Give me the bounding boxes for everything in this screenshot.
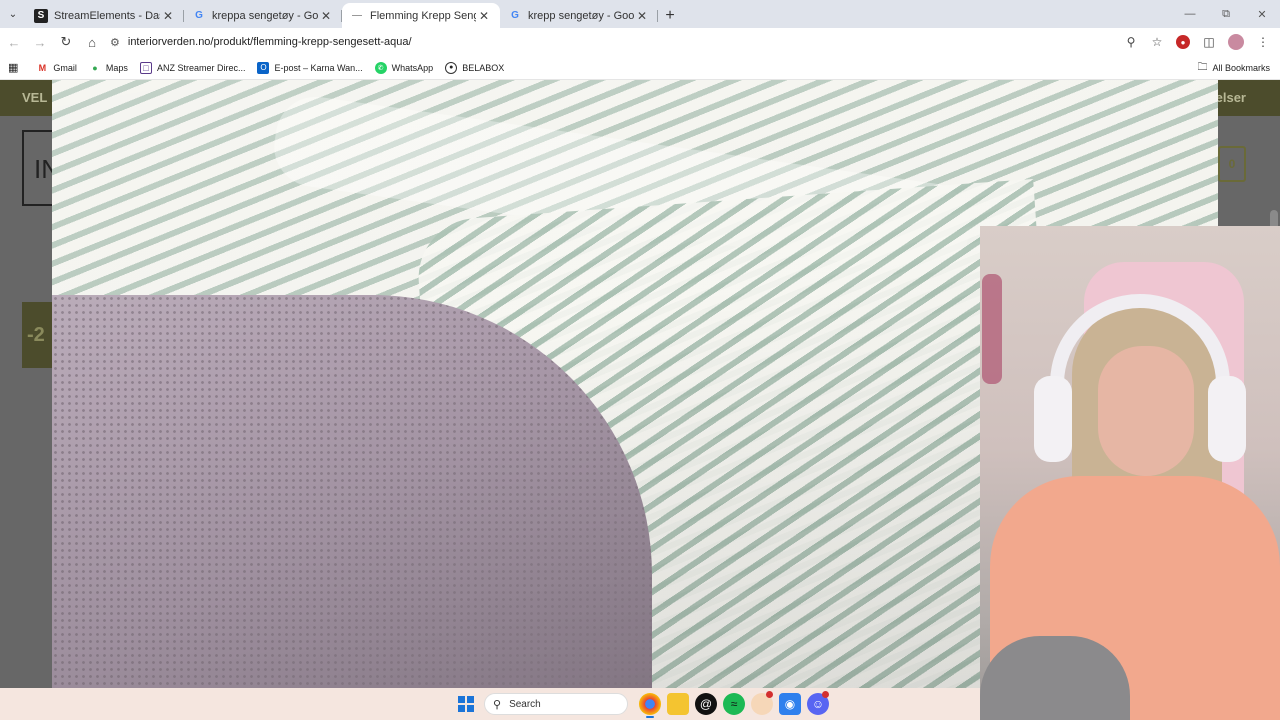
bookmark-gmail[interactable]: M Gmail — [36, 62, 77, 74]
banner-text-right: elser — [1215, 90, 1246, 105]
streamer-app-icon[interactable]: ◉ — [779, 693, 801, 715]
bookmark-label: WhatsApp — [391, 62, 434, 73]
maximize-icon[interactable]: ⧉ — [1208, 0, 1244, 28]
close-icon[interactable]: ✕ — [318, 9, 334, 23]
google-icon: G — [511, 10, 519, 21]
browser-toolbar: ← → ↻ ⌂ ⚙ interiorverden.no/produkt/flem… — [0, 28, 1280, 56]
tab-flemming-krepp[interactable]: — Flemming Krepp Sengesett - A ✕ — [342, 3, 500, 28]
folder-icon: 🗀 — [1197, 61, 1208, 73]
belabox-icon: ● — [445, 61, 458, 74]
bookmark-label: ANZ Streamer Direc... — [156, 62, 246, 73]
cart-count: 0 — [1228, 157, 1236, 171]
bookmark-icon: □ — [139, 61, 152, 74]
headset-cup-right — [1208, 376, 1246, 462]
bookmark-label: E-post – Karna Wan... — [274, 62, 363, 73]
file-explorer-icon[interactable] — [667, 693, 689, 715]
maps-icon: ● — [92, 62, 98, 73]
close-icon[interactable]: ✕ — [160, 9, 176, 23]
url-text: interiorverden.no/produkt/flemming-krepp… — [127, 36, 412, 48]
tab-title: kreppa sengetøy - Google-søk — [212, 9, 318, 22]
bookmarks-bar: ▦ M Gmail ● Maps □ ANZ Streamer Direc...… — [0, 56, 1280, 80]
search-icon: ⚲ — [493, 698, 502, 711]
bookmark-label: BELABOX — [462, 62, 505, 73]
back-icon[interactable]: ← — [2, 30, 26, 54]
search-label: Search — [509, 698, 541, 710]
site-icon: — — [352, 10, 362, 21]
google-icon: G — [195, 10, 203, 21]
tab-title: krepp sengetøy - Google-søk — [528, 9, 634, 22]
app-notification-icon[interactable] — [751, 691, 773, 715]
extension-icon[interactable]: ● — [1176, 35, 1190, 49]
tab-google-search-2[interactable]: G krepp sengetøy - Google-søk ✕ — [500, 3, 658, 28]
webcam-overlay — [980, 226, 1280, 720]
taskbar: ⚲ Search @ ≈ ◉ ☺ — [0, 688, 980, 720]
whatsapp-icon: ✆ — [374, 61, 387, 74]
new-tab-button[interactable]: + — [658, 3, 682, 28]
streamelements-icon: S — [34, 8, 48, 23]
apps-icon[interactable]: ▦ — [8, 61, 18, 74]
tab-title: StreamElements - Dashboard — [54, 9, 160, 22]
headset-cup-left — [1034, 376, 1072, 462]
spotify-icon[interactable]: ≈ — [723, 693, 745, 715]
taskbar-search[interactable]: ⚲ Search — [484, 693, 628, 715]
bookmark-label: Maps — [105, 62, 128, 73]
sale-badge: -2 — [22, 302, 52, 368]
bookmark-outlook[interactable]: O E-post – Karna Wan... — [257, 61, 363, 74]
tab-title: Flemming Krepp Sengesett - A — [370, 9, 476, 22]
forward-icon[interactable]: → — [28, 30, 52, 54]
bookmark-belabox[interactable]: ● BELABOX — [445, 61, 505, 74]
banner-text-left: VEL — [22, 90, 48, 105]
outlook-icon: O — [257, 61, 270, 74]
chrome-icon[interactable] — [639, 693, 661, 718]
gmail-icon: M — [38, 62, 47, 73]
cart-button[interactable]: 0 — [1218, 146, 1246, 182]
bookmark-label: Gmail — [53, 62, 77, 73]
bookmark-maps[interactable]: ● Maps — [89, 62, 128, 74]
plant-decor — [982, 274, 1002, 384]
avatar[interactable] — [1228, 34, 1244, 50]
window-controls: — ⧉ ✕ — [1172, 0, 1280, 28]
reload-icon[interactable]: ↻ — [54, 30, 78, 54]
tab-google-search-1[interactable]: G kreppa sengetøy - Google-søk ✕ — [184, 3, 342, 28]
all-bookmarks-label: All Bookmarks — [1212, 63, 1270, 73]
home-icon[interactable]: ⌂ — [80, 30, 104, 54]
bookmark-star-icon[interactable]: ☆ — [1144, 30, 1170, 54]
taskbar-center: ⚲ Search @ ≈ ◉ ☺ — [452, 688, 832, 720]
close-window-icon[interactable]: ✕ — [1244, 0, 1280, 28]
tab-streamelements[interactable]: S StreamElements - Dashboard ✕ — [26, 3, 184, 28]
threads-icon[interactable]: @ — [695, 693, 717, 715]
minimize-icon[interactable]: — — [1172, 0, 1208, 28]
menu-icon[interactable]: ⋮ — [1250, 30, 1276, 54]
bookmark-whatsapp[interactable]: ✆ WhatsApp — [374, 61, 434, 74]
close-icon[interactable]: ✕ — [634, 9, 650, 23]
all-bookmarks-button[interactable]: 🗀 All Bookmarks — [1197, 56, 1270, 80]
sale-badge-text: -2 — [27, 323, 45, 346]
windows-start-icon[interactable] — [458, 696, 474, 712]
site-info-icon[interactable]: ⚙ — [110, 36, 120, 49]
bookmark-anz[interactable]: □ ANZ Streamer Direc... — [139, 61, 246, 74]
zoom-icon[interactable]: ⚲ — [1118, 30, 1144, 54]
discord-icon[interactable]: ☺ — [807, 691, 829, 715]
toolbar-actions: ⚲ ☆ ● ◫ ⋮ — [1118, 28, 1276, 56]
close-icon[interactable]: ✕ — [476, 9, 492, 23]
tab-strip: ⌄ S StreamElements - Dashboard ✕ G krepp… — [0, 0, 1280, 28]
address-bar[interactable]: ⚙ interiorverden.no/produkt/flemming-kre… — [104, 30, 1164, 54]
streamer-knee — [980, 636, 1130, 720]
tab-search-icon[interactable]: ⌄ — [0, 0, 26, 28]
extensions-puzzle-icon[interactable]: ◫ — [1196, 30, 1222, 54]
